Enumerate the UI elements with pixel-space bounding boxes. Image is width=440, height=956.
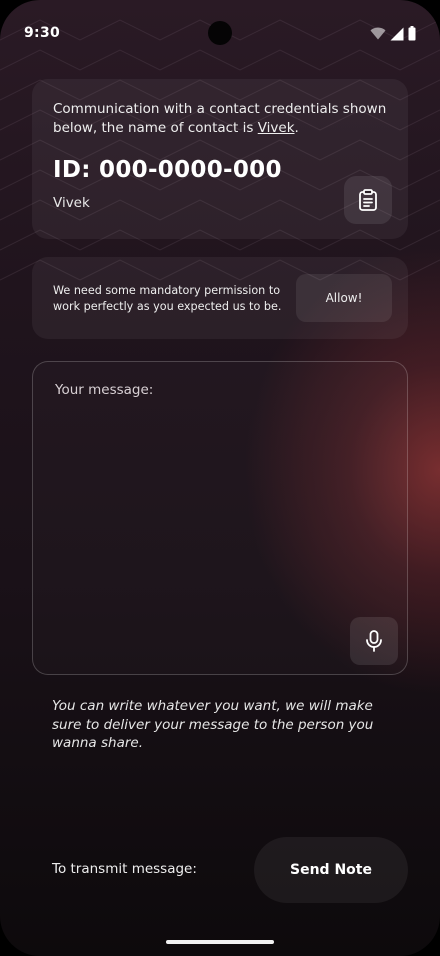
permission-card: We need some mandatory permission to wor… bbox=[32, 257, 408, 339]
contact-card: Communication with a contact credentials… bbox=[32, 79, 408, 239]
home-indicator[interactable] bbox=[166, 940, 274, 944]
contact-name: Vivek bbox=[53, 195, 90, 211]
transmit-label: To transmit message: bbox=[52, 861, 197, 877]
message-box bbox=[32, 361, 408, 675]
cellular-signal-icon bbox=[390, 27, 404, 40]
microphone-icon bbox=[366, 630, 382, 652]
permission-text: We need some mandatory permission to wor… bbox=[53, 284, 282, 313]
contact-name-link[interactable]: Vivek bbox=[258, 120, 295, 136]
status-time: 9:30 bbox=[24, 25, 61, 41]
front-camera bbox=[208, 21, 232, 45]
contact-description: Communication with a contact credentials… bbox=[53, 100, 393, 138]
status-bar: 9:30 bbox=[0, 0, 440, 68]
battery-icon bbox=[408, 26, 416, 41]
contact-id: ID: 000-0000-000 bbox=[53, 157, 282, 183]
microphone-button[interactable] bbox=[350, 617, 398, 665]
phone-screen: 9:30 Communication with a contact creden… bbox=[0, 0, 440, 956]
hint-text: You can write whatever you want, we will… bbox=[52, 698, 374, 751]
allow-button[interactable]: Allow! bbox=[296, 274, 392, 322]
message-input[interactable] bbox=[53, 380, 357, 614]
copy-id-button[interactable] bbox=[344, 176, 392, 224]
wifi-icon bbox=[370, 27, 386, 40]
status-icons bbox=[370, 26, 416, 41]
contact-description-period: . bbox=[294, 120, 299, 136]
send-note-button[interactable]: Send Note bbox=[254, 837, 408, 903]
clipboard-icon bbox=[359, 189, 377, 211]
contact-description-text: Communication with a contact credentials… bbox=[53, 101, 387, 136]
